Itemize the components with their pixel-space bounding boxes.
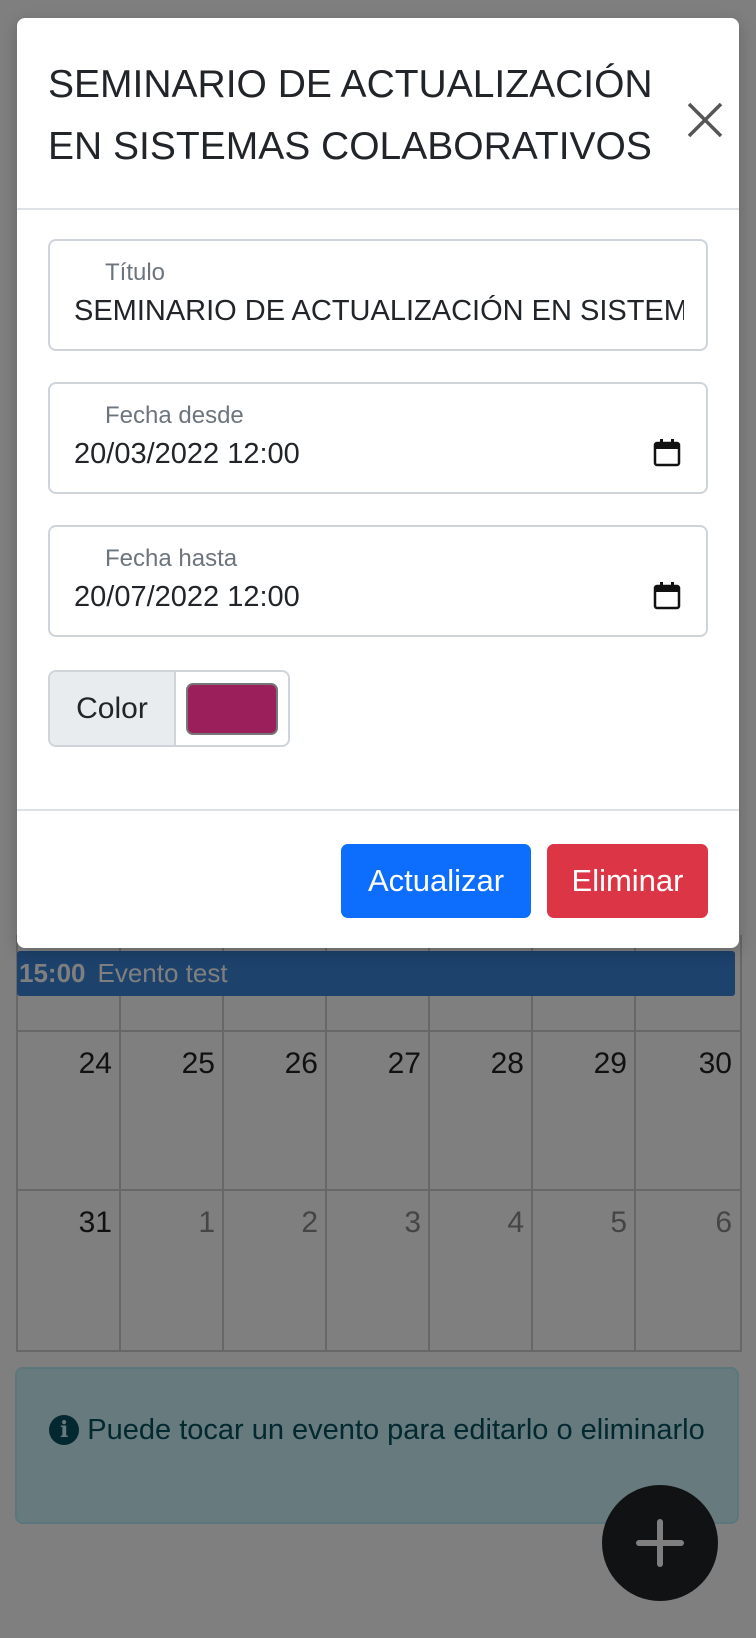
date-to-input[interactable]: 20/07/2022 12:00 (74, 581, 634, 621)
color-label: Color (50, 672, 176, 745)
modal-footer: Actualizar Eliminar (17, 809, 739, 950)
delete-button[interactable]: Eliminar (547, 844, 708, 918)
date-from-input[interactable]: 20/03/2022 12:00 (74, 438, 634, 478)
title-field[interactable]: Título SEMINARIO DE ACTUALIZACIÓN EN SIS… (48, 239, 708, 351)
date-from-field[interactable]: Fecha desde 20/03/2022 12:00 (48, 382, 708, 494)
date-from-label: Fecha desde (105, 402, 244, 429)
edit-event-modal: SEMINARIO DE ACTUALIZACIÓN EN SISTEMAS C… (17, 18, 739, 948)
date-to-field[interactable]: Fecha hasta 20/07/2022 12:00 (48, 525, 708, 637)
close-button[interactable] (679, 94, 731, 146)
title-field-label: Título (105, 259, 166, 286)
modal-title: SEMINARIO DE ACTUALIZACIÓN EN SISTEMAS C… (48, 63, 653, 168)
update-button[interactable]: Actualizar (341, 844, 531, 918)
calendar-icon[interactable] (652, 581, 682, 611)
modal-header: SEMINARIO DE ACTUALIZACIÓN EN SISTEMAS C… (17, 18, 739, 210)
date-to-label: Fecha hasta (105, 545, 238, 572)
calendar-icon[interactable] (652, 438, 682, 468)
close-icon (687, 102, 723, 138)
title-input[interactable]: SEMINARIO DE ACTUALIZACIÓN EN SISTEMAS C… (74, 295, 684, 335)
color-swatch[interactable] (186, 682, 278, 735)
color-input-group: Color (48, 670, 290, 747)
color-picker[interactable] (176, 672, 288, 745)
